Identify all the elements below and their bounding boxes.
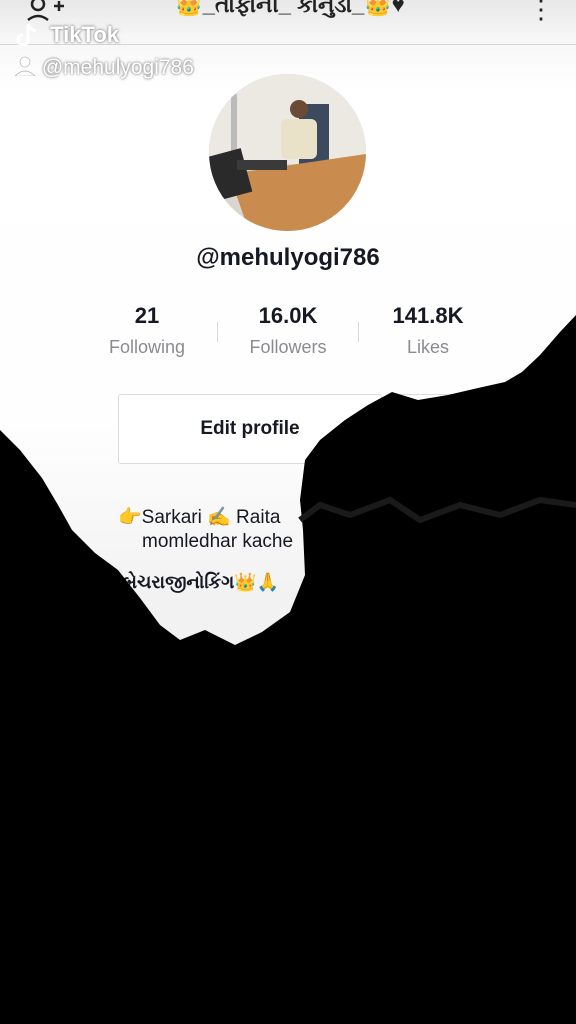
tiktok-watermark: TikTok — [14, 22, 119, 50]
black-paint-overlay — [0, 315, 576, 1024]
profile-page: 👑_તાફાની_ કાનુડો_👑♥ ⋮ @mehulyogi786 21 F… — [0, 0, 576, 1024]
watermark-brand: TikTok — [50, 22, 119, 47]
watermark-username: @mehulyogi786 — [41, 56, 194, 79]
watermark-username-row: @mehulyogi786 — [14, 56, 194, 80]
user-icon — [14, 56, 42, 79]
tiktok-logo-icon — [14, 22, 44, 50]
